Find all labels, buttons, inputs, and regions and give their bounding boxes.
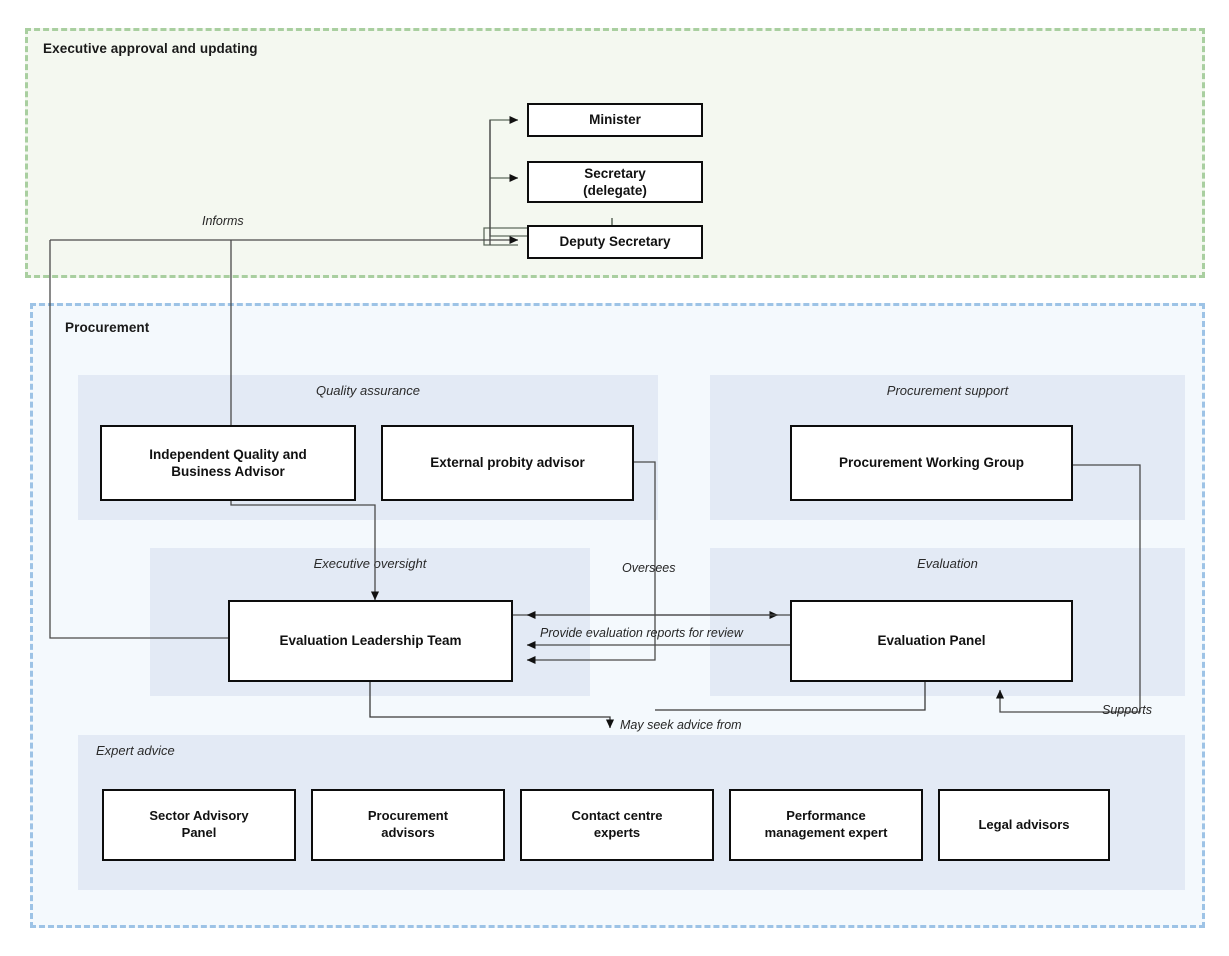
node-legal-advisors[interactable]: Legal advisors [938,789,1110,861]
node-sector-advisory-panel[interactable]: Sector Advisory Panel [102,789,296,861]
node-independent-quality-business-advisor[interactable]: Independent Quality and Business Advisor [100,425,356,501]
node-secretary-delegate[interactable]: Secretary (delegate) [527,161,703,203]
node-legal-advisors-label: Legal advisors [978,816,1070,832]
band-expert-advice-title: Expert advice [96,743,175,758]
node-iqba-label-line1: Independent Quality and [149,446,307,462]
node-external-probity-advisor-label: External probity advisor [430,455,585,471]
node-contact-centre-experts-label-line2: experts [593,825,641,840]
node-iqba-label-line2: Business Advisor [171,464,285,479]
node-deputy-secretary-label: Deputy Secretary [559,234,671,250]
node-contact-centre-experts[interactable]: Contact centre experts [520,789,714,861]
node-deputy-secretary[interactable]: Deputy Secretary [527,225,703,259]
node-procurement-working-group[interactable]: Procurement Working Group [790,425,1073,501]
node-procurement-advisors-label-line2: advisors [381,825,435,840]
node-evaluation-panel[interactable]: Evaluation Panel [790,600,1073,682]
node-performance-management-expert-label-line2: management expert [764,825,888,840]
node-performance-management-expert-label-line1: Performance [786,808,866,824]
band-procurement-support-title: Procurement support [886,383,1009,398]
edge-label-may-seek-advice-from: May seek advice from [620,718,742,732]
node-procurement-working-group-label: Procurement Working Group [838,455,1025,471]
node-sector-advisory-panel-label-line2: Panel [181,825,217,840]
band-evaluation-title: Evaluation [917,556,978,571]
node-secretary-label-line1: Secretary [584,165,646,181]
edge-label-supports: Supports [1102,703,1153,717]
band-quality-assurance-title: Quality assurance [315,383,421,398]
node-evaluation-panel-label: Evaluation Panel [877,633,986,649]
node-sector-advisory-panel-label-line1: Sector Advisory [149,808,249,824]
node-evaluation-leadership-team[interactable]: Evaluation Leadership Team [228,600,513,682]
node-minister-label: Minister [589,112,641,128]
node-minister[interactable]: Minister [527,103,703,137]
diagram-canvas: Executive approval and updating Procurem… [0,0,1229,956]
node-evaluation-leadership-team-label: Evaluation Leadership Team [279,633,462,649]
node-contact-centre-experts-label-line1: Contact centre [571,808,663,824]
zone-procurement-title: Procurement [65,320,150,335]
edge-label-informs: Informs [202,214,244,228]
edge-label-provide-evaluation-reports: Provide evaluation reports for review [540,626,743,640]
node-secretary-label-line2: (delegate) [583,183,647,198]
node-external-probity-advisor[interactable]: External probity advisor [381,425,634,501]
node-procurement-advisors-label-line1: Procurement [367,808,449,824]
node-procurement-advisors[interactable]: Procurement advisors [311,789,505,861]
edge-label-oversees: Oversees [622,561,676,575]
node-performance-management-expert[interactable]: Performance management expert [729,789,923,861]
band-executive-oversight-title: Executive oversight [313,556,427,571]
zone-executive-approval-title: Executive approval and updating [43,41,258,56]
